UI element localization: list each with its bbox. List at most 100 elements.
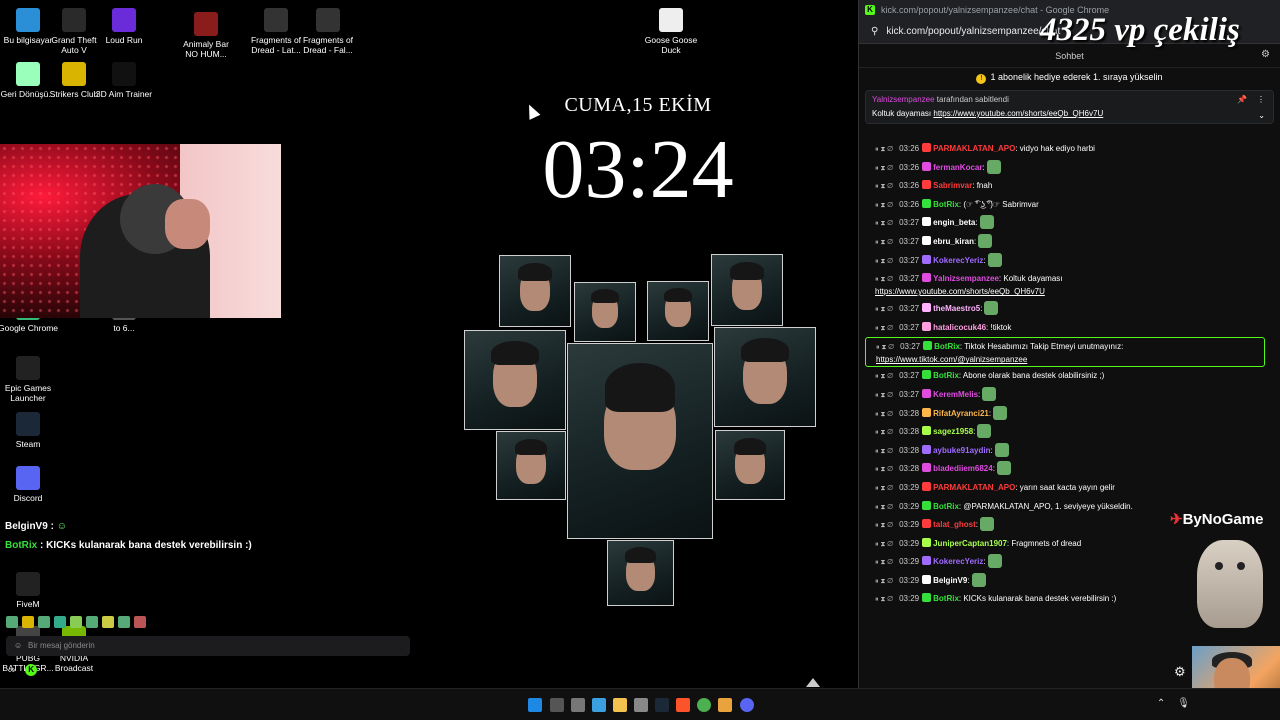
desktop-shortcut[interactable]: FiveM [0,572,58,609]
chat-tab-label[interactable]: Sohbet [1055,51,1084,61]
chat-message[interactable]: ⏸ ⧗ ⌀ 03:28 RifatAyranci21: [865,405,1265,424]
desktop-shortcut[interactable]: Steam [0,412,58,449]
chat-username[interactable]: BotRix [933,502,959,511]
moderation-icons[interactable]: ⏸ ⧗ ⌀ [876,344,894,351]
chat-username[interactable]: engin_beta [933,218,975,227]
chevron-up-icon[interactable]: ⌃ [1157,698,1165,709]
chat-message[interactable]: ⏸ ⧗ ⌀ 03:27 BotRix: Tiktok Hesabımızı Taki… [865,337,1265,368]
moderation-icons[interactable]: ⏸ ⧗ ⌀ [875,202,893,209]
chat-username[interactable]: BelginV9 [933,576,967,585]
moderation-icons[interactable]: ⏸ ⧗ ⌀ [875,239,893,246]
pin-icon[interactable]: 📌 [1237,95,1247,104]
address-url[interactable]: kick.com/popout/yalnizsempanzee/chat [886,26,1060,37]
desktop-shortcut[interactable]: 3D Aim Trainer [94,62,154,99]
moderation-icons[interactable]: ⏸ ⧗ ⌀ [875,373,893,380]
moderation-icons[interactable]: ⏸ ⧗ ⌀ [875,466,893,473]
settings-icon[interactable] [634,698,648,712]
infinity-icon[interactable]: ∞ [8,665,15,676]
scroll-up-arrow-icon[interactable] [806,678,820,687]
moderation-icons[interactable]: ⏸ ⧗ ⌀ [875,411,893,418]
chat-message[interactable]: ⏸ ⧗ ⌀ 03:27 theMaestro5: [865,300,1265,319]
chat-username[interactable]: sagez1958 [933,427,973,436]
chat-username[interactable]: BotRix [933,371,959,380]
pinned-message[interactable]: Yalnizsempanzee tarafından sabitlendi Ko… [865,90,1274,124]
moderation-icons[interactable]: ⏸ ⧗ ⌀ [875,522,893,529]
chat-link[interactable]: https://www.tiktok.com/@yalnizsempanzee [876,355,1027,364]
chat-username[interactable]: JuniperCaptan1907 [933,539,1007,548]
desktop-shortcut[interactable]: Discord [0,466,58,503]
chat-message[interactable]: ⏸ ⧗ ⌀ 03:28 aybuke91aydin: [865,442,1265,461]
moderation-icons[interactable]: ⏸ ⧗ ⌀ [875,146,893,153]
emote-icon[interactable] [54,616,66,628]
moderation-icons[interactable]: ⏸ ⧗ ⌀ [875,276,893,283]
chat-username[interactable]: PARMAKLATAN_APO [933,144,1015,153]
chat-username[interactable]: Sabrimvar [933,181,972,190]
moderation-icons[interactable]: ⏸ ⧗ ⌀ [875,448,893,455]
chat-username[interactable]: PARMAKLATAN_APO [933,483,1015,492]
pinned-link[interactable]: https://www.youtube.com/shorts/eeQb_QH6v… [933,109,1103,118]
chat-username[interactable]: KeremMelis [933,390,978,399]
desktop-shortcut[interactable]: Goose Goose Duck [641,8,701,55]
file-explorer-icon[interactable] [613,698,627,712]
chat-username[interactable]: fermanKocar [933,163,982,172]
chrome-taskbar-icon[interactable] [697,698,711,712]
chat-username[interactable]: theMaestro5 [933,304,980,313]
emoji-icon[interactable]: ☺ [14,636,22,656]
emote-icon[interactable] [118,616,130,628]
chat-username[interactable]: bladediiem6824 [933,464,993,473]
moderation-icons[interactable]: ⏸ ⧗ ⌀ [875,541,893,548]
chat-username[interactable]: BotRix [933,200,959,209]
moderation-icons[interactable]: ⏸ ⧗ ⌀ [875,306,893,313]
chevron-down-icon[interactable]: ⌄ [1258,111,1265,120]
more-options-icon[interactable]: ⋮ [1257,95,1265,104]
chat-message[interactable]: ⏸ ⧗ ⌀ 03:26 fermanKocar: [865,159,1265,178]
site-info-icon[interactable]: ⚲ [871,26,878,37]
emote-icon[interactable] [6,616,18,628]
emote-icon[interactable] [102,616,114,628]
chat-input[interactable]: ☺ Bir mesaj gönderin [6,636,410,656]
chat-message[interactable]: ⏸ ⧗ ⌀ 03:26 BotRix: (☞ ͡° ͜ʖ ͡°)☞ Sabrimva… [865,196,1265,215]
chat-message[interactable]: ⏸ ⧗ ⌀ 03:29 PARMAKLATAN_APO: yarın saat ka… [865,479,1265,498]
desktop-shortcut[interactable]: Loud Run [94,8,154,45]
moderation-icons[interactable]: ⏸ ⧗ ⌀ [875,578,893,585]
chat-message[interactable]: ⏸ ⧗ ⌀ 03:27 KeremMelis: [865,386,1265,405]
chat-username[interactable]: talat_ghost [933,520,976,529]
desktop-shortcut[interactable]: Epic Games Launcher [0,356,58,403]
moderation-icons[interactable]: ⏸ ⧗ ⌀ [875,559,893,566]
emote-icon[interactable] [22,616,34,628]
moderation-icons[interactable]: ⏸ ⧗ ⌀ [875,258,893,265]
moderation-icons[interactable]: ⏸ ⧗ ⌀ [875,504,893,511]
chat-message[interactable]: ⏸ ⧗ ⌀ 03:27 Yalnizsempanzee: Koltuk dayama… [865,270,1265,300]
chat-username[interactable]: KokerecYeriz [933,256,983,265]
desktop-shortcut[interactable]: Fragments of Dread - Lat... [246,8,306,55]
chat-message[interactable]: ⏸ ⧗ ⌀ 03:27 BotRix: Abone olarak bana dest… [865,367,1265,386]
emote-icon[interactable] [86,616,98,628]
chat-message[interactable]: ⏸ ⧗ ⌀ 03:26 PARMAKLATAN_APO: vidyo hak edi… [865,140,1265,159]
moderation-icons[interactable]: ⏸ ⧗ ⌀ [875,220,893,227]
desktop-shortcut[interactable]: Fragments of Dread - Fal... [298,8,358,55]
moderation-icons[interactable]: ⏸ ⧗ ⌀ [875,485,893,492]
chat-username[interactable]: KokerecYeriz [933,557,983,566]
chat-message[interactable]: ⏸ ⧗ ⌀ 03:27 hatalicocuk46: !tiktok [865,319,1265,338]
chat-username[interactable]: RifatAyranci21 [933,409,989,418]
brave-icon[interactable] [676,698,690,712]
moderation-icons[interactable]: ⏸ ⧗ ⌀ [875,596,893,603]
chat-username[interactable]: aybuke91aydin [933,446,990,455]
chat-message[interactable]: ⏸ ⧗ ⌀ 03:26 Sabrimvar: fnah [865,177,1265,196]
moderation-icons[interactable]: ⏸ ⧗ ⌀ [875,392,893,399]
moderation-icons[interactable]: ⏸ ⧗ ⌀ [875,165,893,172]
chat-username[interactable]: BotRix [933,594,959,603]
chat-username[interactable]: Yalnizsempanzee [933,274,999,283]
chat-message[interactable]: ⏸ ⧗ ⌀ 03:27 engin_beta: [865,214,1265,233]
chat-username[interactable]: hatalicocuk46 [933,323,986,332]
emote-bar[interactable] [6,616,146,632]
kick-coin-icon[interactable]: K [25,664,38,676]
steam-taskbar-icon[interactable] [655,698,669,712]
search-icon[interactable] [550,698,564,712]
chat-link[interactable]: https://www.youtube.com/shorts/eeQb_QH6v… [875,287,1045,296]
chat-username[interactable]: BotRix [934,342,960,351]
chat-message[interactable]: ⏸ ⧗ ⌀ 03:28 bladediiem6824: [865,460,1265,479]
moderation-icons[interactable]: ⏸ ⧗ ⌀ [875,183,893,190]
desktop-shortcut[interactable]: Animaly Bar NO HUM... [176,12,236,59]
moderation-icons[interactable]: ⏸ ⧗ ⌀ [875,325,893,332]
